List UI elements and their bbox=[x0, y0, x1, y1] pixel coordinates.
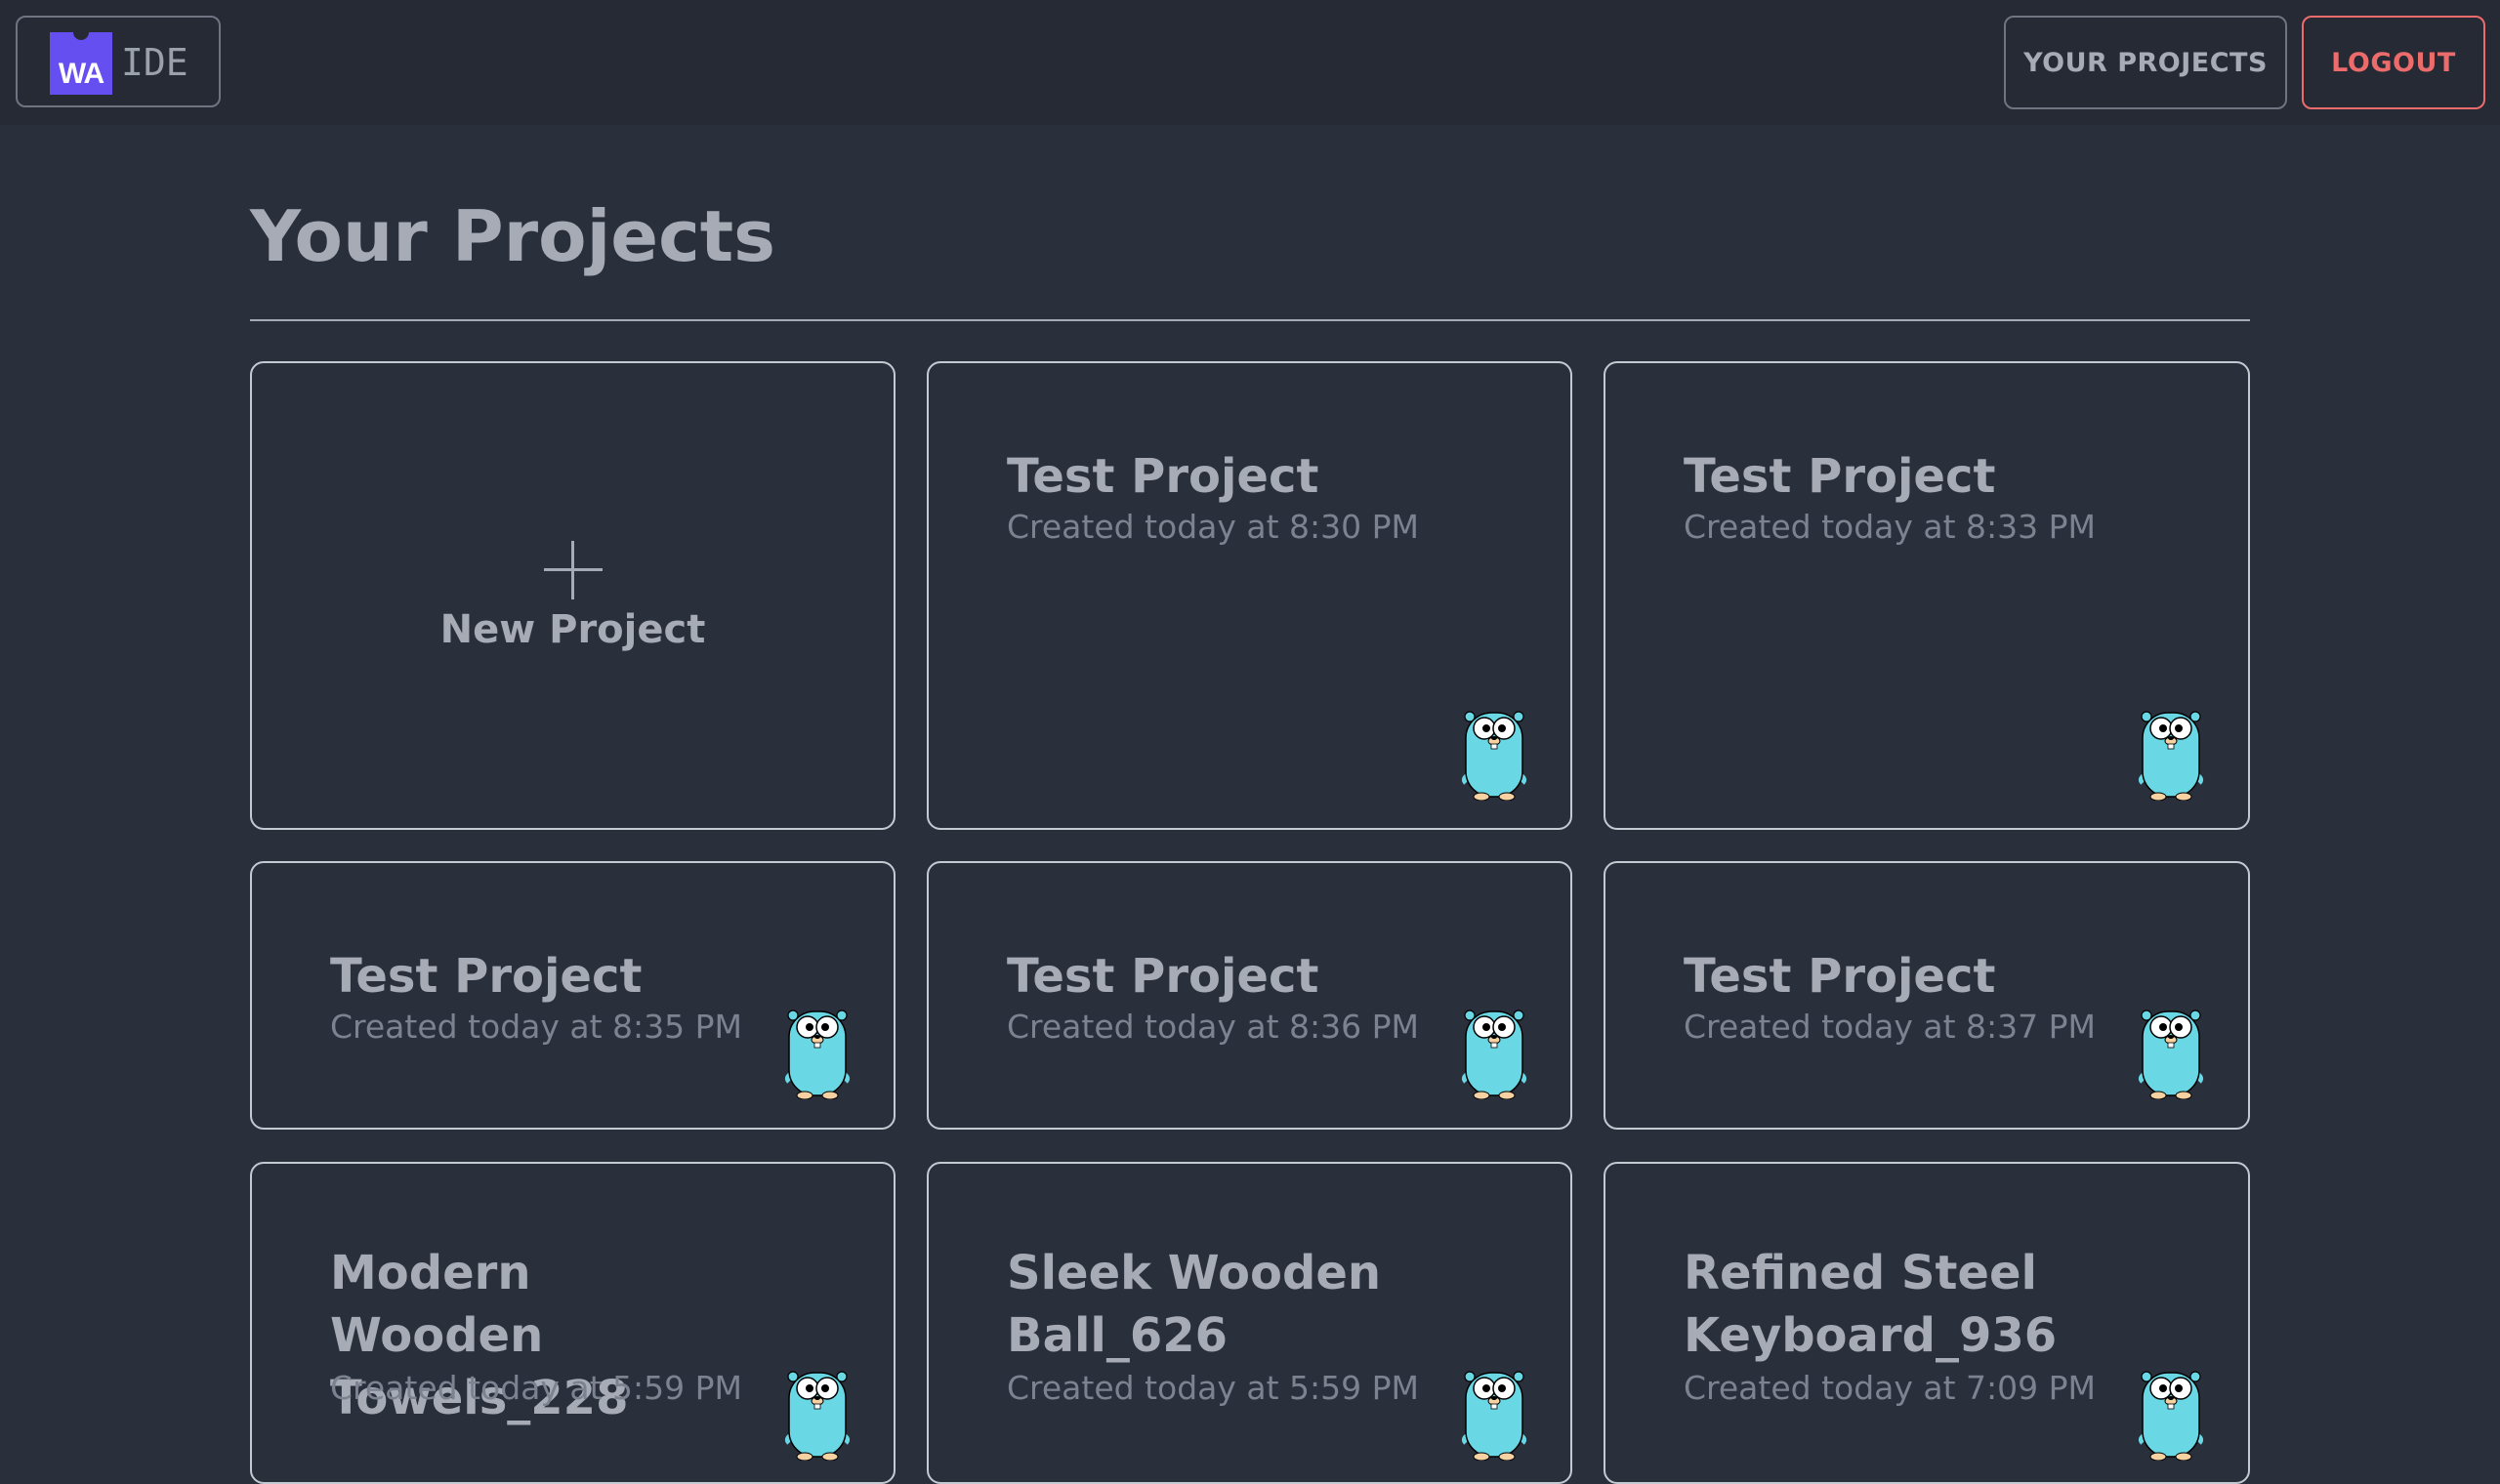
page-title: Your Projects bbox=[250, 195, 776, 277]
project-card[interactable]: Sleek Wooden Ball_626 Created today at 5… bbox=[927, 1162, 1572, 1484]
project-card[interactable]: Test Project Created today at 8:33 PM bbox=[1604, 361, 2250, 830]
logout-button[interactable]: LOGOUT bbox=[2302, 16, 2485, 109]
gopher-icon bbox=[783, 1367, 852, 1461]
title-divider bbox=[250, 319, 2250, 321]
project-title: Test Project bbox=[1007, 949, 1319, 1004]
project-card[interactable]: Modern Wooden Towels_228 Created today a… bbox=[250, 1162, 896, 1484]
project-title: Test Project bbox=[1684, 449, 1996, 504]
project-created-date: Created today at 7:09 PM bbox=[1684, 1369, 2097, 1407]
project-card[interactable]: Refined Steel Keyboard_936 Created today… bbox=[1604, 1162, 2250, 1484]
project-created-date: Created today at 8:35 PM bbox=[330, 1008, 743, 1046]
logo-badge-text: WA bbox=[58, 58, 104, 90]
gopher-icon bbox=[1460, 1006, 1528, 1099]
gopher-icon bbox=[2137, 707, 2205, 801]
app-logo[interactable]: WA IDE bbox=[16, 16, 221, 107]
gopher-icon bbox=[1460, 707, 1528, 801]
project-card[interactable]: Test Project Created today at 8:37 PM bbox=[1604, 861, 2250, 1130]
project-title: Test Project bbox=[1007, 449, 1319, 504]
new-project-card[interactable]: New Project bbox=[250, 361, 896, 830]
gopher-icon bbox=[783, 1006, 852, 1099]
project-card[interactable]: Test Project Created today at 8:36 PM bbox=[927, 861, 1572, 1130]
project-created-date: Created today at 5:59 PM bbox=[1007, 1369, 1420, 1407]
your-projects-button[interactable]: YOUR PROJECTS bbox=[2004, 16, 2287, 109]
project-title: Test Project bbox=[1684, 949, 1996, 1004]
wasm-logo-icon: WA bbox=[50, 24, 112, 95]
project-card[interactable]: Test Project Created today at 8:30 PM bbox=[927, 361, 1572, 830]
gopher-icon bbox=[1460, 1367, 1528, 1461]
project-title: Test Project bbox=[330, 949, 643, 1004]
project-created-date: Created today at 8:36 PM bbox=[1007, 1008, 1420, 1046]
plus-icon bbox=[543, 541, 603, 599]
project-created-date: Created today at 5:59 PM bbox=[330, 1369, 743, 1407]
project-created-date: Created today at 8:30 PM bbox=[1007, 508, 1420, 546]
project-created-date: Created today at 8:37 PM bbox=[1684, 1008, 2097, 1046]
new-project-label: New Project bbox=[439, 607, 706, 652]
project-created-date: Created today at 8:33 PM bbox=[1684, 508, 2097, 546]
gopher-icon bbox=[2137, 1006, 2205, 1099]
project-card[interactable]: Test Project Created today at 8:35 PM bbox=[250, 861, 896, 1130]
top-navbar: WA IDE YOUR PROJECTS LOGOUT bbox=[0, 0, 2500, 125]
gopher-icon bbox=[2137, 1367, 2205, 1461]
project-title: Sleek Wooden Ball_626 bbox=[1007, 1246, 1382, 1363]
logo-title: IDE bbox=[121, 41, 188, 84]
project-title: Refined Steel Keyboard_936 bbox=[1684, 1246, 2058, 1363]
